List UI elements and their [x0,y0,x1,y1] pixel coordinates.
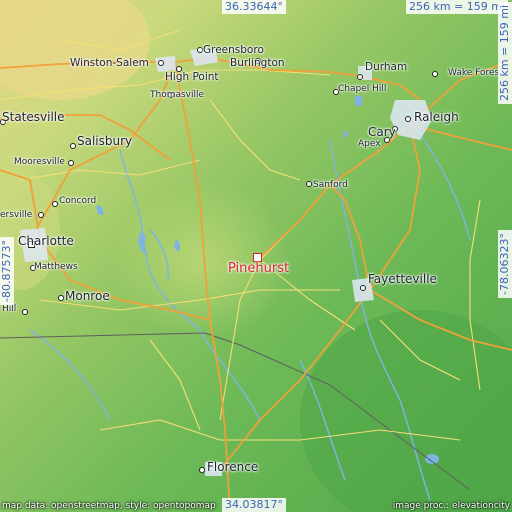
scale-bar-label: 256 km = 159 mi [406,0,509,14]
marker-salisbury[interactable] [70,143,76,149]
label-cary[interactable]: Cary [368,126,396,138]
label-fayetteville[interactable]: Fayetteville [368,273,437,285]
label-florence[interactable]: Florence [207,461,258,473]
label-greensboro[interactable]: Greensboro [203,45,264,56]
label-durham[interactable]: Durham [365,62,407,73]
label-statesville[interactable]: Statesville [2,111,65,123]
label-charlotte[interactable]: Charlotte [18,235,74,247]
label-hill[interactable]: Hill [2,305,16,314]
coord-north: 36.33644° [222,0,286,14]
coord-east: -78.06323° [498,230,512,298]
marker-monroe[interactable] [58,295,64,301]
marker-huntersville[interactable] [38,212,44,218]
marker-winston-salem[interactable] [158,60,164,66]
label-winston-salem[interactable]: Winston-Salem [70,58,149,69]
label-concord[interactable]: Concord [59,197,96,206]
label-raleigh[interactable]: Raleigh [414,111,459,123]
label-high-point[interactable]: High Point [165,72,219,83]
label-chapel-hill[interactable]: Chapel Hill [338,85,386,94]
label-wake-forest[interactable]: Wake Forest [448,69,503,78]
marker-hill[interactable] [22,309,28,315]
label-monroe[interactable]: Monroe [65,290,110,302]
credit-image-proc: image proc.: elevationcity [392,501,510,511]
marker-fayetteville[interactable] [360,285,366,291]
marker-concord[interactable] [52,201,58,207]
coord-west: -80.87573° [0,237,14,305]
credit-map-data: map data: openstreetmap, style: opentopo… [2,501,216,511]
label-apex[interactable]: Apex [358,140,381,149]
marker-florence[interactable] [199,467,205,473]
label-pinehurst[interactable]: Pinehurst [228,262,289,275]
label-matthews[interactable]: Matthews [34,263,78,272]
marker-sanford[interactable] [306,181,312,187]
label-huntersville[interactable]: ersville [0,211,32,220]
label-sanford[interactable]: Sanford [313,181,348,190]
marker-raleigh[interactable] [405,116,411,122]
map[interactable]: Greensboro Winston-Salem High Point Burl… [0,0,512,512]
coord-south: 34.03817° [222,498,286,512]
marker-mooresville[interactable] [68,160,74,166]
label-salisbury[interactable]: Salisbury [77,135,132,147]
label-burlington[interactable]: Burlington [230,58,285,69]
marker-wake-forest[interactable] [432,71,438,77]
label-mooresville[interactable]: Mooresville [14,158,65,167]
marker-durham[interactable] [357,74,363,80]
scale-bar-vertical-label: 256 km = 159 mi [498,1,512,104]
label-thomasville[interactable]: Thomasville [150,91,204,100]
